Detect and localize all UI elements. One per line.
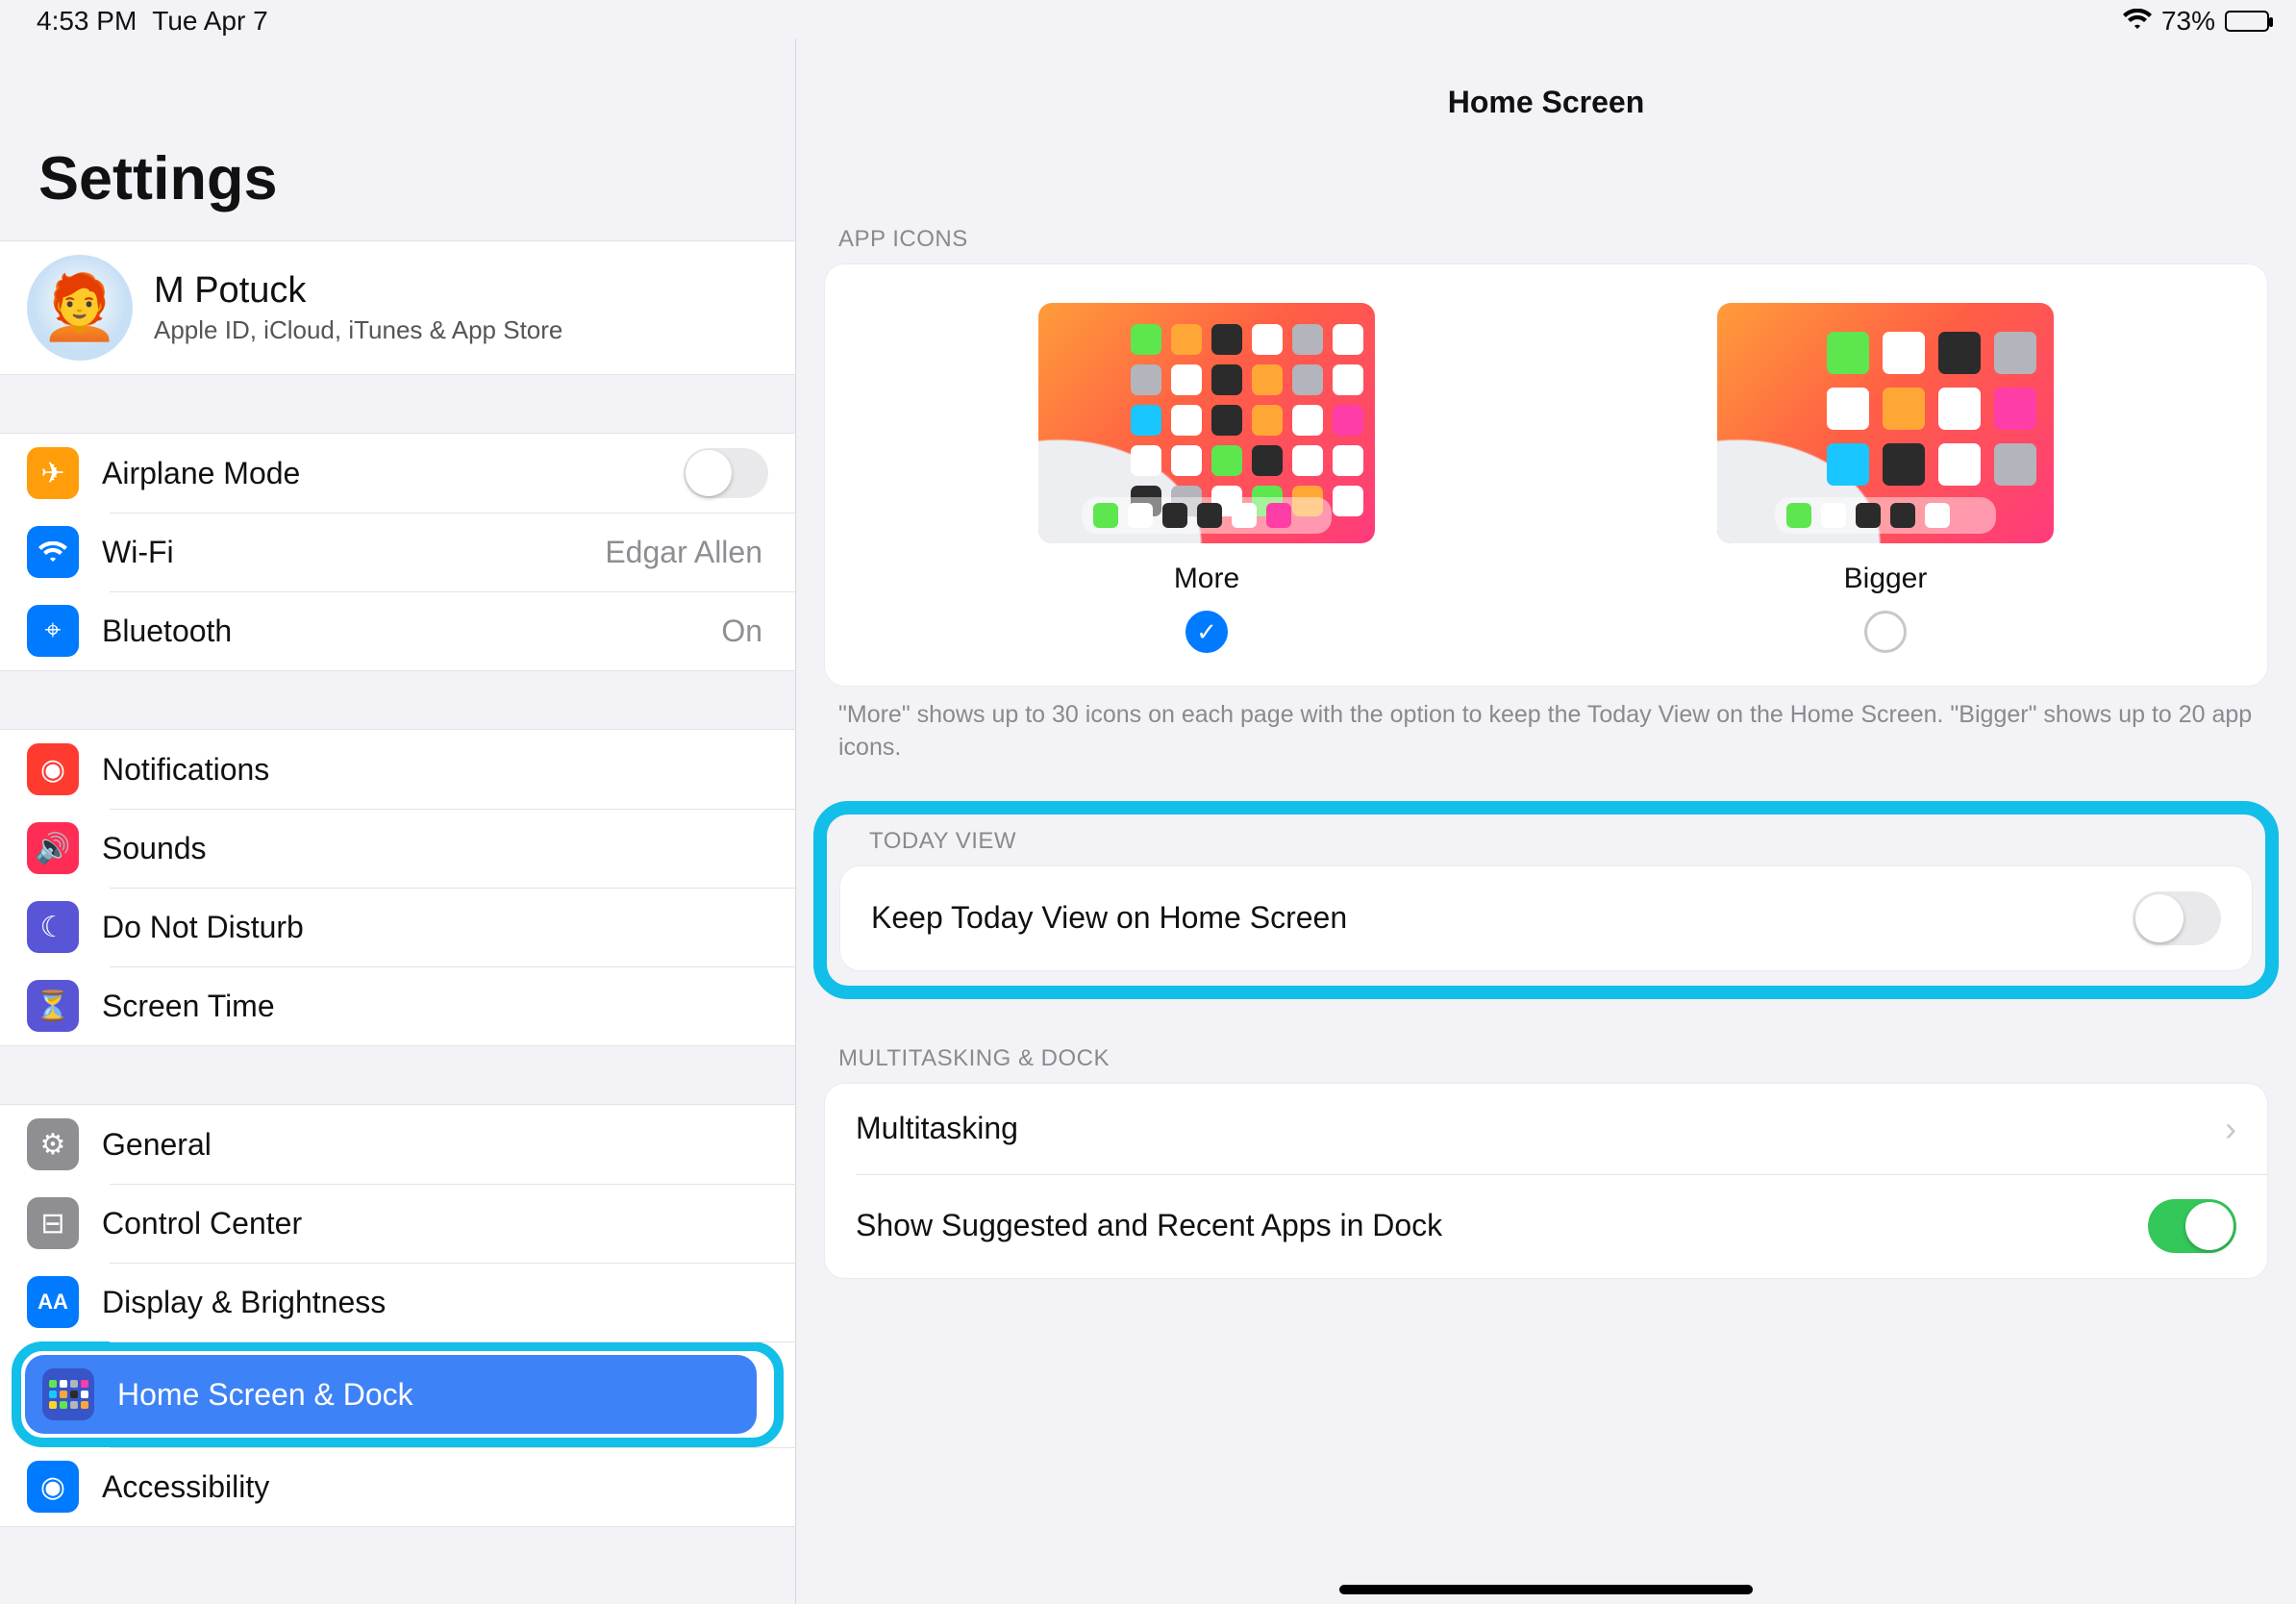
text-size-icon: AA bbox=[27, 1276, 79, 1328]
row-multitasking[interactable]: Multitasking › bbox=[825, 1084, 2267, 1174]
airplane-icon: ✈ bbox=[27, 447, 79, 499]
sidebar-item-bluetooth[interactable]: ⌖ Bluetooth On bbox=[0, 591, 795, 670]
home-indicator[interactable] bbox=[1339, 1585, 1753, 1594]
row-suggested-apps[interactable]: Show Suggested and Recent Apps in Dock bbox=[825, 1174, 2267, 1278]
sidebar-item-home-screen[interactable]: Home Screen & Dock bbox=[0, 1341, 795, 1447]
wifi-icon bbox=[2123, 6, 2152, 37]
hourglass-icon: ⏳ bbox=[27, 980, 79, 1032]
card-app-icons: More ✓ Bigger bbox=[825, 264, 2267, 686]
radio-more[interactable]: ✓ bbox=[1185, 611, 1228, 653]
sidebar: Settings 🧑‍🦰 M Potuck Apple ID, iCloud, … bbox=[0, 38, 796, 1604]
battery-pct: 73% bbox=[2161, 6, 2215, 37]
row-keep-today-view[interactable]: Keep Today View on Home Screen bbox=[840, 866, 2252, 970]
section-header-app-icons: APP ICONS bbox=[796, 226, 2296, 264]
gear-icon: ⚙ bbox=[27, 1118, 79, 1170]
switches-icon: ⊟ bbox=[27, 1197, 79, 1249]
moon-icon: ☾ bbox=[27, 901, 79, 953]
status-date: Tue Apr 7 bbox=[152, 6, 267, 37]
section-header-today: TODAY VIEW bbox=[836, 822, 2256, 866]
accessibility-icon: ◉ bbox=[27, 1461, 79, 1513]
sidebar-item-sounds[interactable]: 🔊 Sounds bbox=[0, 809, 795, 888]
card-multitasking: Multitasking › Show Suggested and Recent… bbox=[825, 1084, 2267, 1278]
status-time: 4:53 PM bbox=[37, 6, 137, 37]
sidebar-item-accessibility[interactable]: ◉ Accessibility bbox=[0, 1447, 795, 1526]
sidebar-item-general[interactable]: ⚙ General bbox=[0, 1105, 795, 1184]
option-bigger[interactable]: Bigger bbox=[1717, 303, 2054, 653]
highlight-today-view: TODAY VIEW Keep Today View on Home Scree… bbox=[813, 801, 2279, 999]
account-name: M Potuck bbox=[154, 270, 562, 312]
bluetooth-icon: ⌖ bbox=[27, 605, 79, 657]
airplane-toggle[interactable] bbox=[684, 448, 768, 498]
toggle-keep-today-view[interactable] bbox=[2133, 891, 2221, 945]
sidebar-item-display[interactable]: AA Display & Brightness bbox=[0, 1263, 795, 1341]
sidebar-item-notifications[interactable]: ◉ Notifications bbox=[0, 730, 795, 809]
status-bar: 4:53 PM Tue Apr 7 73% bbox=[0, 0, 2296, 38]
section-header-multitasking: MULTITASKING & DOCK bbox=[796, 1045, 2296, 1084]
detail-pane: Home Screen APP ICONS More ✓ bbox=[796, 38, 2296, 1604]
card-today-view: Keep Today View on Home Screen bbox=[840, 866, 2252, 970]
wifi-icon bbox=[27, 526, 79, 578]
sidebar-item-airplane[interactable]: ✈ Airplane Mode bbox=[0, 434, 795, 513]
sounds-icon: 🔊 bbox=[27, 822, 79, 874]
avatar: 🧑‍🦰 bbox=[27, 255, 133, 361]
account-subtitle: Apple ID, iCloud, iTunes & App Store bbox=[154, 315, 562, 345]
chevron-right-icon: › bbox=[2225, 1109, 2236, 1149]
thumbnail-more bbox=[1038, 303, 1375, 543]
toggle-suggested-apps[interactable] bbox=[2148, 1199, 2236, 1253]
sidebar-item-control-center[interactable]: ⊟ Control Center bbox=[0, 1184, 795, 1263]
radio-bigger[interactable] bbox=[1864, 611, 1907, 653]
page-title: Settings bbox=[0, 38, 795, 240]
sidebar-item-account[interactable]: 🧑‍🦰 M Potuck Apple ID, iCloud, iTunes & … bbox=[0, 240, 795, 375]
battery-icon bbox=[2225, 11, 2269, 32]
detail-title: Home Screen bbox=[796, 38, 2296, 120]
notifications-icon: ◉ bbox=[27, 743, 79, 795]
sidebar-item-screentime[interactable]: ⏳ Screen Time bbox=[0, 966, 795, 1045]
option-more[interactable]: More ✓ bbox=[1038, 303, 1375, 653]
app-icons-footer: "More" shows up to 30 icons on each page… bbox=[796, 686, 2296, 764]
thumbnail-bigger bbox=[1717, 303, 2054, 543]
sidebar-item-dnd[interactable]: ☾ Do Not Disturb bbox=[0, 888, 795, 966]
sidebar-item-wifi[interactable]: Wi-Fi Edgar Allen bbox=[0, 513, 795, 591]
grid-icon bbox=[42, 1368, 94, 1420]
